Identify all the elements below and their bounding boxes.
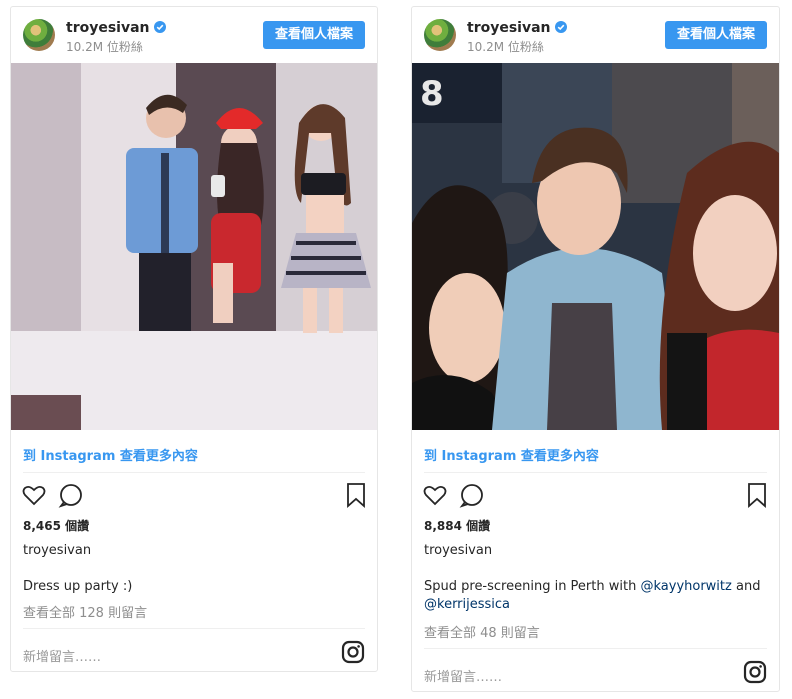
instagram-logo-icon[interactable]: [743, 660, 767, 684]
post-caption: Spud pre-screening in Perth with @kayyho…: [424, 578, 767, 614]
post-owner-username[interactable]: troyesivan: [23, 543, 91, 558]
divider: [424, 648, 767, 649]
mirror-selfie-photo: [11, 63, 377, 430]
avatar[interactable]: [424, 19, 456, 51]
post-header: troyesivan 10.2M 位粉絲 查看個人檔案: [412, 7, 779, 63]
instagram-logo-icon[interactable]: [341, 640, 365, 664]
add-comment-input[interactable]: 新增留言……: [424, 666, 502, 685]
post-photo[interactable]: 8: [412, 63, 779, 430]
view-all-comments-link[interactable]: 查看全部 128 則留言: [23, 602, 147, 621]
like-count[interactable]: 8,884 個讚: [424, 517, 490, 534]
post-photo[interactable]: [11, 63, 377, 430]
verified-badge-icon: [554, 21, 567, 33]
follower-count: 10.2M 位粉絲: [467, 40, 544, 54]
follower-count: 10.2M 位粉絲: [66, 40, 143, 54]
heart-icon[interactable]: [21, 482, 47, 508]
caption-text: Spud pre-screening in Perth with: [424, 579, 637, 594]
bookmark-icon[interactable]: [744, 482, 770, 508]
post-owner-username[interactable]: troyesivan: [424, 543, 492, 558]
verified-badge-icon: [153, 21, 166, 33]
embed-post-card-1: troyesivan 10.2M 位粉絲 查看個人檔案 到 Instagram …: [10, 6, 378, 672]
group-photo: 8: [412, 63, 779, 430]
view-profile-button[interactable]: 查看個人檔案: [262, 21, 365, 49]
add-comment-input[interactable]: 新增留言……: [23, 646, 101, 665]
comment-icon[interactable]: [459, 482, 485, 508]
heart-icon[interactable]: [422, 482, 448, 508]
svg-text:8: 8: [420, 74, 444, 114]
more-on-instagram-link[interactable]: 到 Instagram 查看更多內容: [424, 445, 599, 464]
mention-link[interactable]: @kerrijessica: [424, 597, 510, 612]
like-count[interactable]: 8,465 個讚: [23, 517, 89, 534]
more-on-instagram-link[interactable]: 到 Instagram 查看更多內容: [23, 445, 198, 464]
username-link[interactable]: troyesivan: [66, 20, 166, 36]
avatar[interactable]: [23, 19, 55, 51]
post-caption: Dress up party :): [23, 579, 133, 594]
comment-icon[interactable]: [58, 482, 84, 508]
view-all-comments-link[interactable]: 查看全部 48 則留言: [424, 622, 540, 641]
embed-post-card-2: troyesivan 10.2M 位粉絲 查看個人檔案 8 到 Instagra…: [411, 6, 780, 692]
caption-text: and: [735, 579, 761, 594]
bookmark-icon[interactable]: [343, 482, 369, 508]
view-profile-button[interactable]: 查看個人檔案: [664, 21, 767, 49]
divider: [23, 472, 365, 473]
mention-link[interactable]: @kayyhorwitz: [640, 579, 731, 594]
username-link[interactable]: troyesivan: [467, 20, 567, 36]
post-header: troyesivan 10.2M 位粉絲 查看個人檔案: [11, 7, 377, 63]
divider: [424, 472, 767, 473]
divider: [23, 628, 365, 629]
